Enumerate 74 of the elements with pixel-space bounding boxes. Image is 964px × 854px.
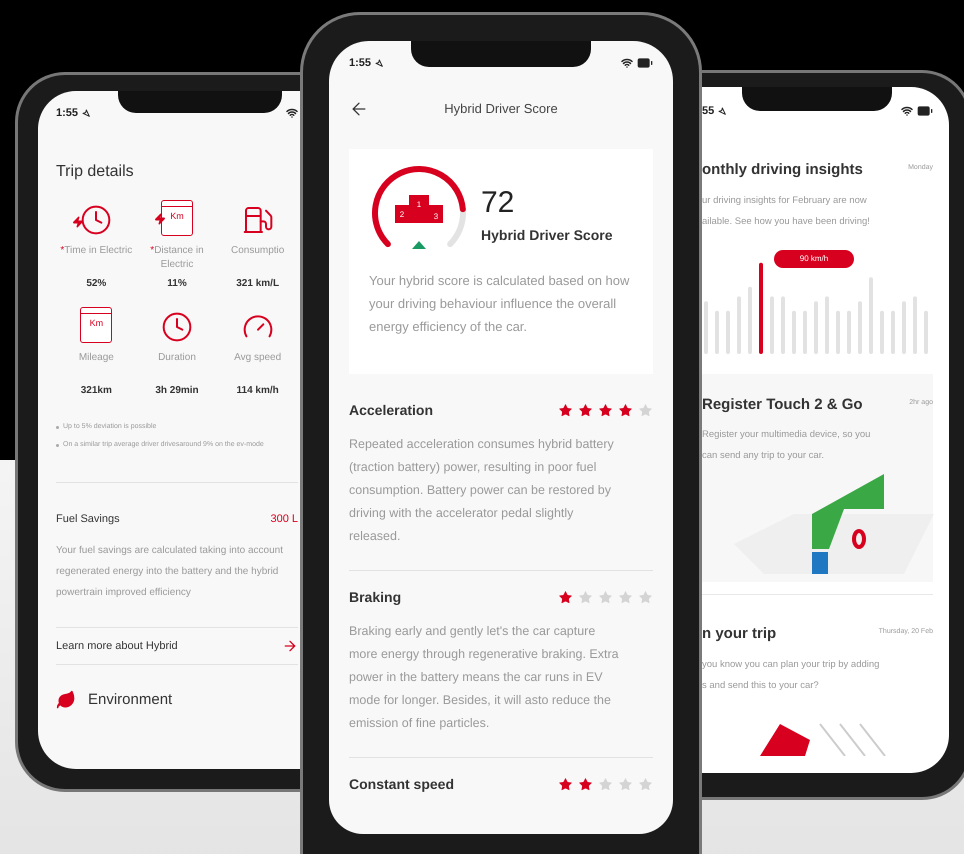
star-icon xyxy=(578,590,593,605)
km-label: Km xyxy=(170,212,184,221)
triangle-icon xyxy=(412,241,426,249)
metric-label: Avg speed xyxy=(234,351,282,365)
metric-value: 3h 29min xyxy=(155,384,199,398)
metric-value: 11% xyxy=(167,277,187,291)
star-icon xyxy=(558,403,573,418)
speed-tooltip: 90 km/h xyxy=(774,250,854,268)
rating-description: Braking early and gently let's the car capture more energy through regenerative braking. Extra power in the battery means the car runs in EV mode for longer. Besides, it will asto reduce the emission of fine particles. xyxy=(349,623,620,732)
leaf-icon xyxy=(56,690,76,710)
feed-text: ailable. See how you have been driving! xyxy=(702,214,871,228)
location-icon xyxy=(82,109,90,117)
metric-value: 321km xyxy=(80,384,112,398)
feed-text: you know you can plan your trip by adding xyxy=(702,658,880,672)
score-label: Hybrid Driver Score xyxy=(481,226,612,245)
star-icon xyxy=(638,777,653,792)
podium-number: 2 xyxy=(400,210,404,219)
star-icon xyxy=(598,403,613,418)
star-icon xyxy=(558,777,573,792)
star-icon xyxy=(578,777,593,792)
metric-value: 321 km/L xyxy=(236,277,280,291)
star-icon xyxy=(618,403,633,418)
fuel-pump-icon xyxy=(242,204,274,236)
metric-label: Consumptio xyxy=(230,244,284,258)
section-title: Environment xyxy=(88,690,172,710)
arrow-icon xyxy=(282,638,298,654)
feed-text: can send any trip to your car. xyxy=(702,449,825,463)
wifi-icon xyxy=(901,105,913,117)
rating-title: Braking xyxy=(349,588,402,607)
status-time: 1:55 xyxy=(349,56,372,71)
savings-value: 300 L xyxy=(270,512,298,527)
clock-icon xyxy=(80,204,112,236)
star-icon xyxy=(618,777,633,792)
location-icon xyxy=(718,107,726,115)
feed-title: Register Touch 2 & Go xyxy=(702,394,863,414)
score-description: Your hybrid score is calculated based on how your driving behaviour influence the overall energy efficiency of the car. xyxy=(369,272,630,336)
wifi-icon xyxy=(286,107,298,119)
rating-title: Acceleration xyxy=(349,401,434,420)
metric-label: Mileage xyxy=(78,351,114,365)
feed-title: n your trip xyxy=(702,624,776,644)
rating-description: Repeated acceleration consumes hybrid battery (traction battery) power, resulting in poor fuel consumption. Battery power can be restored by driving with the accelerator pedal slightly released. xyxy=(349,436,615,545)
wifi-icon xyxy=(621,57,633,69)
km-label: Km xyxy=(90,319,104,328)
screen-title: Hybrid Driver Score xyxy=(444,100,558,118)
metric-value: 114 km/h xyxy=(236,384,279,398)
metric-label: Duration xyxy=(158,351,196,365)
star-icon xyxy=(618,590,633,605)
savings-description: Your fuel savings are calculated taking into account regenerated energy into the battery and the hybrid powertrain improved efficiency xyxy=(56,544,284,600)
score-value: 72 xyxy=(481,184,516,220)
podium-icon xyxy=(395,195,443,223)
star-icon xyxy=(638,590,653,605)
page-title: Trip details xyxy=(56,162,135,182)
feed-text: s and send this to your car? xyxy=(702,678,820,692)
star-icon xyxy=(558,590,573,605)
section-heading: Fuel Savings xyxy=(56,512,120,527)
star-icon xyxy=(578,403,593,418)
status-time: 55 xyxy=(702,104,714,119)
feed-text: Register your multimedia device, so you xyxy=(702,428,872,442)
metric-label: *Time in Electric xyxy=(60,244,132,258)
rating-title: Constant speed xyxy=(349,775,454,794)
location-icon xyxy=(375,59,384,67)
star-icon xyxy=(638,403,653,418)
metric-value: 52% xyxy=(86,277,106,291)
star-icon xyxy=(598,590,613,605)
feed-text: ur driving insights for February are now xyxy=(702,194,868,208)
podium-number: 3 xyxy=(434,212,438,221)
star-icon xyxy=(598,777,613,792)
podium-number: 1 xyxy=(416,200,422,209)
clock-icon xyxy=(160,311,193,343)
learn-more-link[interactable]: Learn more about Hybrid xyxy=(56,638,178,654)
bolt-icon xyxy=(72,216,84,228)
feed-title: onthly driving insights xyxy=(702,160,863,180)
metric-label: *Distance in Electric xyxy=(149,244,205,272)
status-time: 1:55 xyxy=(56,106,78,121)
